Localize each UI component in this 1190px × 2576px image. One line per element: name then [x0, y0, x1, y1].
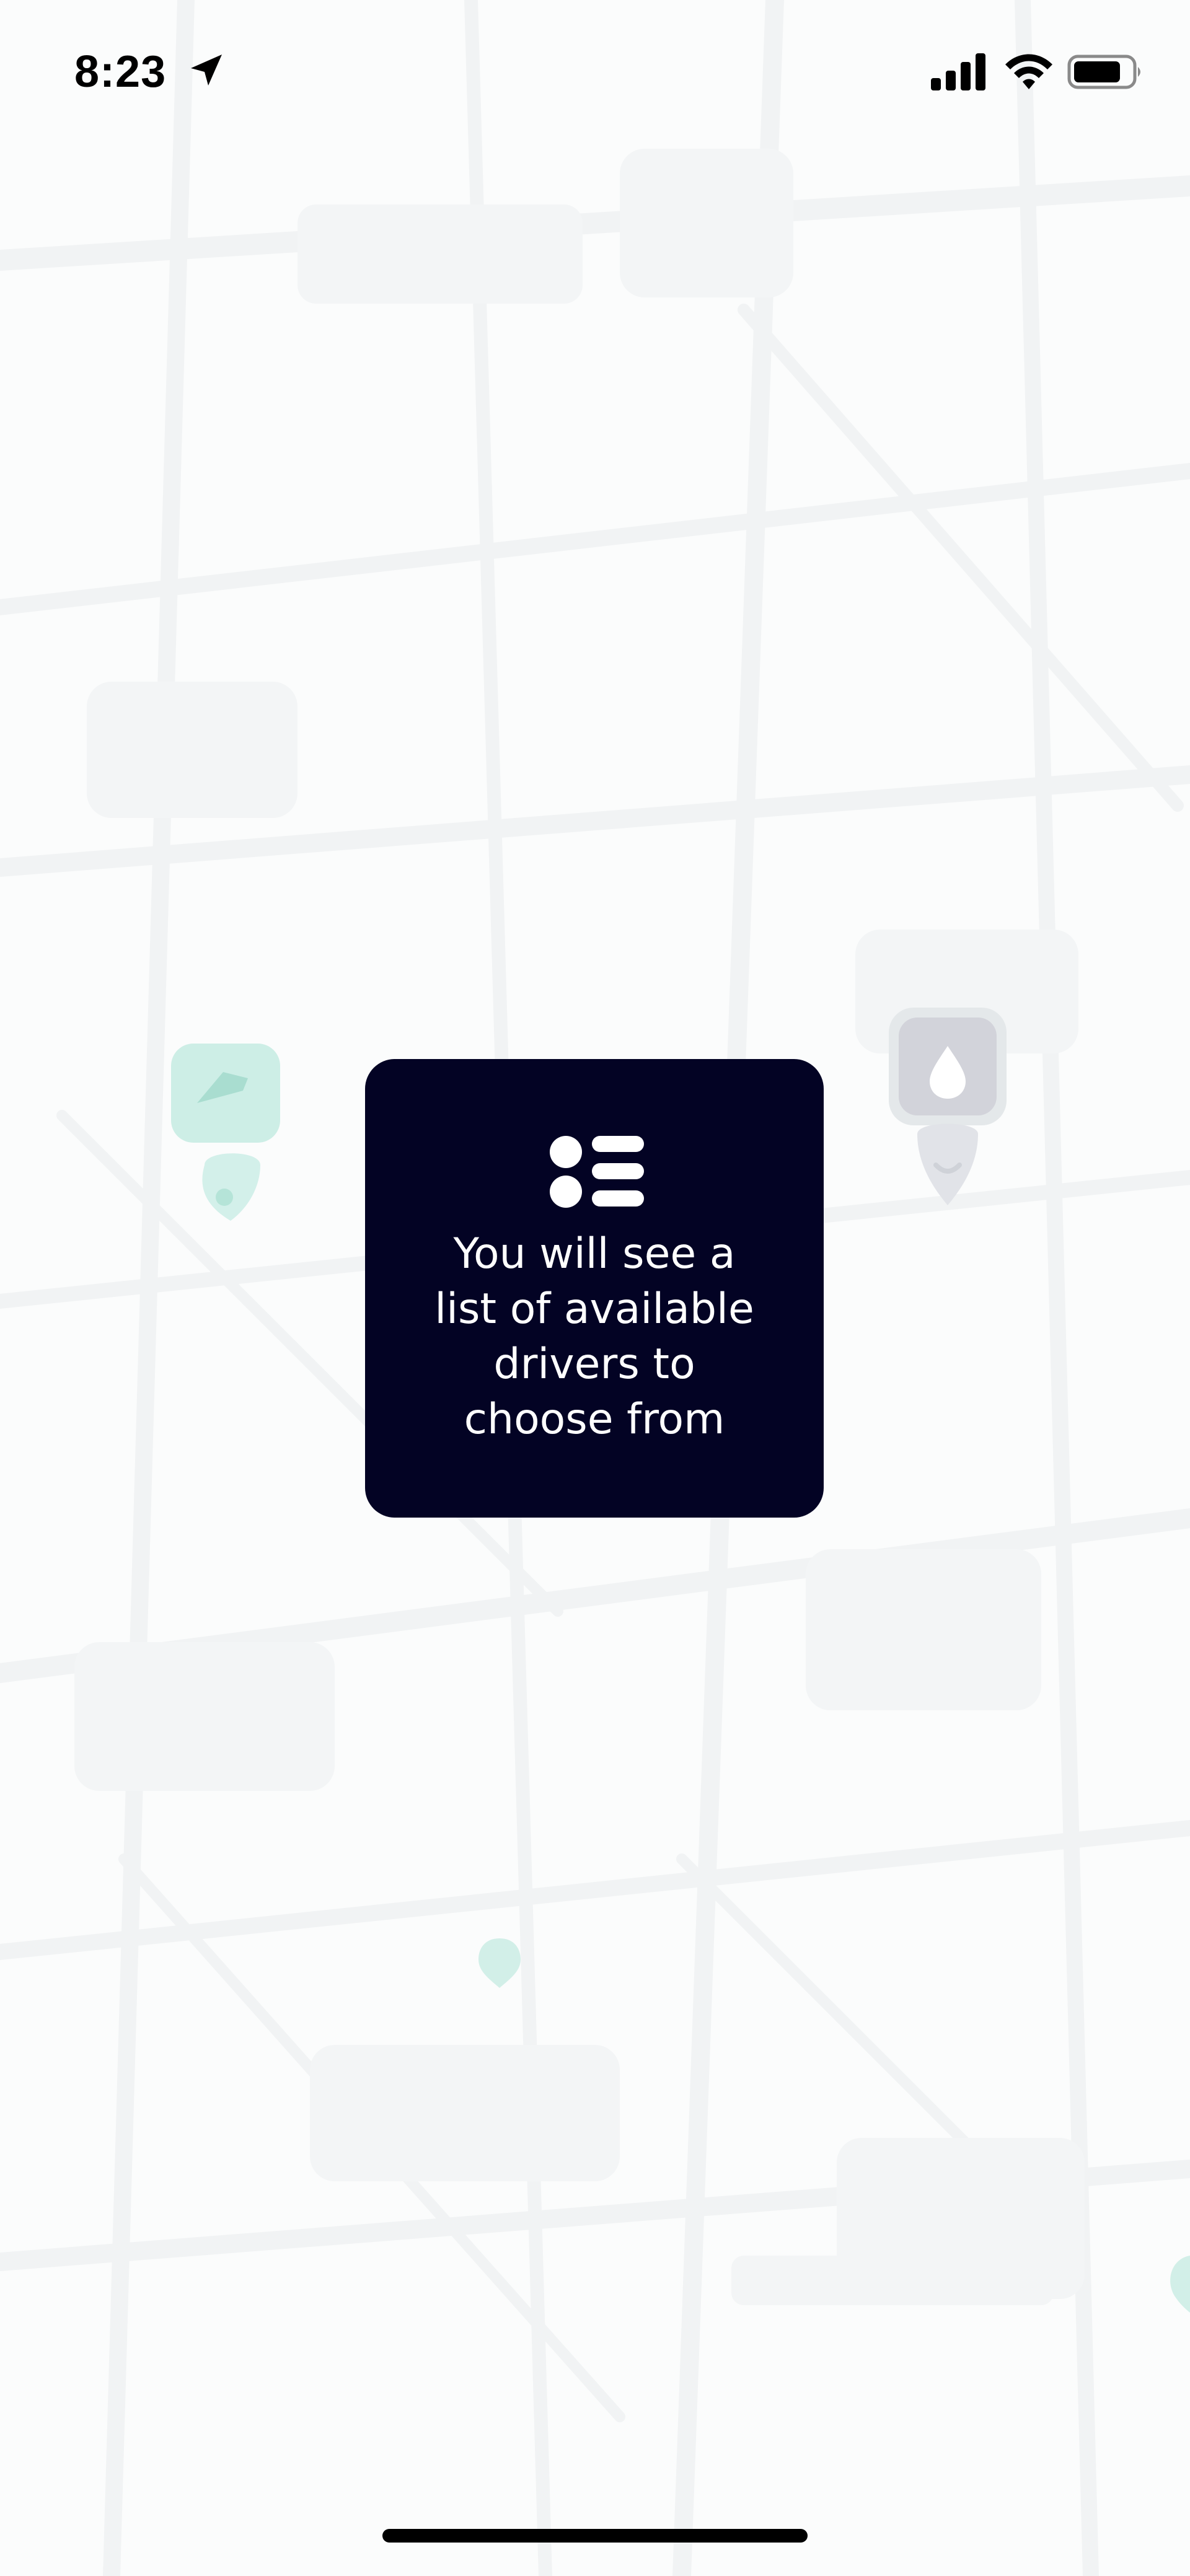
battery-icon [1067, 55, 1140, 89]
list-icon [550, 1136, 644, 1208]
info-message: You will see a list of available drivers… [434, 1229, 754, 1444]
info-card: You will see a list of available drivers… [365, 1059, 824, 1518]
home-indicator[interactable] [382, 2529, 808, 2543]
status-time: 8:23 [74, 47, 167, 97]
app-screen: 8:23 You will see a list of available dr… [0, 0, 1190, 2576]
wifi-icon [1005, 54, 1052, 89]
cellular-signal-icon [931, 53, 985, 90]
location-arrow-icon [191, 55, 222, 86]
status-bar: 8:23 [0, 0, 1190, 149]
